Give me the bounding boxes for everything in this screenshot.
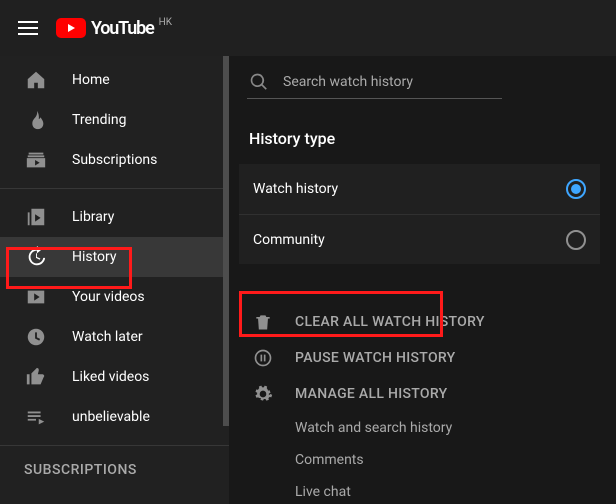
history-icon bbox=[24, 246, 48, 268]
trash-icon bbox=[251, 312, 275, 332]
action-label: PAUSE WATCH HISTORY bbox=[295, 350, 456, 366]
youtube-play-icon bbox=[56, 18, 86, 38]
hamburger-icon bbox=[18, 21, 38, 35]
sidebar-item-liked-videos[interactable]: Liked videos bbox=[0, 357, 229, 397]
your-videos-icon bbox=[24, 286, 48, 308]
action-label: CLEAR ALL WATCH HISTORY bbox=[295, 314, 485, 330]
trending-icon bbox=[24, 109, 48, 131]
sidebar-item-label: Home bbox=[72, 72, 110, 88]
subscriptions-heading: SUBSCRIPTIONS bbox=[0, 454, 229, 482]
sidebar-item-label: Subscriptions bbox=[72, 152, 157, 168]
sidebar-item-label: Watch later bbox=[72, 329, 143, 345]
sidebar-item-home[interactable]: Home bbox=[0, 60, 229, 100]
sidebar-item-subscriptions[interactable]: Subscriptions bbox=[0, 140, 229, 180]
search-input[interactable] bbox=[283, 74, 500, 90]
sublink-watch-search[interactable]: Watch and search history bbox=[243, 412, 600, 444]
sidebar-item-trending[interactable]: Trending bbox=[0, 100, 229, 140]
playlist-icon bbox=[24, 406, 48, 428]
pause-history-button[interactable]: PAUSE WATCH HISTORY bbox=[243, 340, 600, 376]
menu-button[interactable] bbox=[0, 21, 56, 35]
subscriptions-icon bbox=[24, 149, 48, 171]
history-type-group: Watch history Community bbox=[239, 164, 600, 264]
sidebar: Home Trending Subscriptions Library Hist… bbox=[0, 56, 229, 504]
sidebar-item-history[interactable]: History bbox=[0, 237, 229, 277]
liked-icon bbox=[24, 366, 48, 388]
divider bbox=[0, 445, 229, 446]
manage-history-button[interactable]: MANAGE ALL HISTORY bbox=[243, 376, 600, 412]
sidebar-item-library[interactable]: Library bbox=[0, 197, 229, 237]
watch-later-icon bbox=[24, 326, 48, 348]
sublink-live-chat[interactable]: Live chat bbox=[243, 476, 600, 504]
radio-unchecked-icon bbox=[566, 230, 586, 250]
clear-history-button[interactable]: CLEAR ALL WATCH HISTORY bbox=[243, 304, 600, 340]
history-type-watch[interactable]: Watch history bbox=[239, 164, 600, 214]
sidebar-item-watch-later[interactable]: Watch later bbox=[0, 317, 229, 357]
home-icon bbox=[24, 69, 48, 91]
youtube-logo[interactable]: YouTube HK bbox=[56, 18, 172, 39]
main-content: History type Watch history Community CLE… bbox=[229, 56, 616, 504]
history-search[interactable] bbox=[247, 66, 502, 99]
youtube-wordmark: YouTube bbox=[91, 18, 154, 39]
history-type-community[interactable]: Community bbox=[239, 214, 600, 264]
history-type-label: Community bbox=[253, 232, 325, 248]
history-type-label: Watch history bbox=[253, 181, 338, 197]
gear-icon bbox=[251, 384, 275, 404]
search-icon bbox=[249, 72, 269, 92]
region-code: HK bbox=[159, 17, 172, 28]
sidebar-item-playlist[interactable]: unbelievable bbox=[0, 397, 229, 437]
radio-checked-icon bbox=[566, 179, 586, 199]
sidebar-item-label: Your videos bbox=[72, 289, 145, 305]
pause-icon bbox=[251, 348, 275, 368]
sidebar-item-your-videos[interactable]: Your videos bbox=[0, 277, 229, 317]
sidebar-item-label: Trending bbox=[72, 112, 127, 128]
sidebar-item-label: Liked videos bbox=[72, 369, 149, 385]
history-type-title: History type bbox=[249, 129, 600, 148]
sidebar-item-label: History bbox=[72, 249, 117, 265]
library-icon bbox=[24, 206, 48, 228]
sidebar-item-label: Library bbox=[72, 209, 114, 225]
sublink-comments[interactable]: Comments bbox=[243, 444, 600, 476]
sidebar-item-label: unbelievable bbox=[72, 409, 150, 425]
action-label: MANAGE ALL HISTORY bbox=[295, 386, 448, 402]
divider bbox=[0, 188, 229, 189]
